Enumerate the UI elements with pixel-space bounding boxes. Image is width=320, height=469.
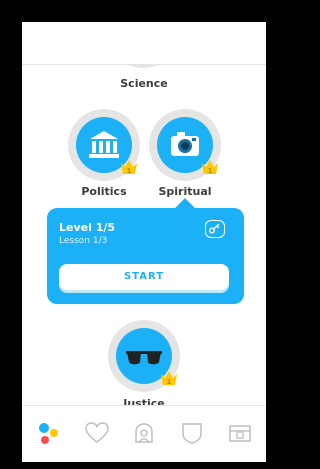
crown-level-badge: 1 [121, 160, 137, 175]
profile-icon [135, 423, 153, 443]
popup-lesson: Lesson 1/3 [59, 236, 108, 246]
nav-profile[interactable] [131, 420, 157, 446]
nav-learn[interactable] [36, 420, 62, 446]
topbar-background [22, 22, 266, 64]
skill-spiritual-label: Spiritual [158, 185, 212, 198]
skill-spiritual[interactable]: 1 [149, 109, 221, 181]
skill-science-label: Science [120, 77, 168, 90]
start-button[interactable]: START [59, 264, 229, 290]
nav-leagues[interactable] [179, 420, 205, 446]
crown-level-badge: 1 [202, 160, 218, 175]
shield-icon [182, 423, 202, 444]
app-screen: 171 174 21070 Science [22, 22, 266, 462]
lesson-popup: Level 1/5 Lesson 1/3 START [47, 198, 244, 304]
skill-politics[interactable]: 1 [68, 109, 140, 181]
shop-icon [229, 425, 251, 442]
nav-shop[interactable] [227, 420, 253, 446]
heart-icon [85, 422, 109, 444]
key-icon [209, 223, 220, 234]
crown-level-text: 1 [208, 167, 213, 175]
popup-level: Level 1/5 [59, 221, 116, 234]
crown-level-text: 1 [167, 378, 172, 386]
test-out-button[interactable] [205, 220, 225, 238]
crown-level-text: 1 [127, 167, 132, 175]
crown-level-badge: 1 [161, 371, 177, 386]
skill-justice[interactable]: 1 [108, 320, 180, 392]
learn-icon [39, 423, 58, 444]
popup-pointer [175, 198, 195, 218]
nav-hearts[interactable] [84, 420, 110, 446]
bottom-navigation [22, 405, 266, 462]
